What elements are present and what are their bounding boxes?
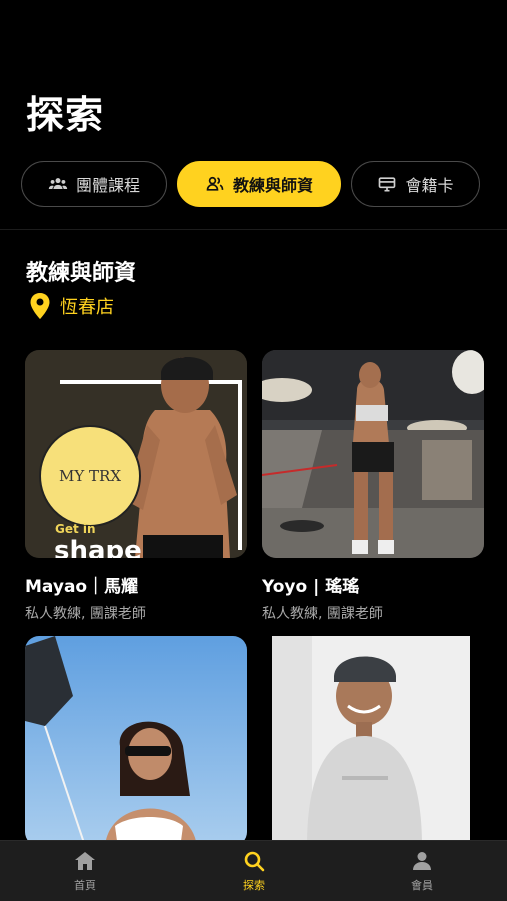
coach-card[interactable]: Yoyo | 瑤瑤 私人教練, 團課老師 [262, 350, 484, 623]
trx-logo-text: MY TRX [58, 467, 121, 485]
nav-label: 首頁 [74, 879, 96, 892]
location-selector[interactable]: 恆春店 [28, 292, 114, 320]
section-title: 教練與師資 [26, 261, 137, 286]
nav-home[interactable]: 首頁 [35, 849, 135, 893]
page-title: 探索 [26, 93, 105, 137]
coach-icon [206, 176, 224, 191]
coach-card[interactable] [25, 636, 247, 846]
coach-photo-image [272, 636, 470, 846]
photo-caption-small: Get in [55, 522, 96, 536]
bottom-navigation: 首頁 探索 會員 [0, 840, 507, 901]
nav-explore[interactable]: 探索 [204, 849, 304, 893]
search-icon [244, 851, 265, 872]
coach-role: 私人教練, 團課老師 [262, 606, 383, 622]
coach-role: 私人教練, 團課老師 [25, 606, 146, 622]
nav-member[interactable]: 會員 [372, 849, 472, 893]
photo-caption-large: shape [54, 536, 142, 558]
coach-photo [262, 350, 484, 558]
category-tabs: 團體課程 教練與師資 會籍卡 [0, 161, 507, 211]
nav-label: 會員 [411, 879, 433, 892]
coach-photo: MY TRX Get in shape [25, 350, 247, 558]
coach-name: Yoyo | 瑤瑤 [262, 577, 360, 597]
coach-photo-image [25, 636, 247, 846]
nav-label: 探索 [243, 879, 265, 892]
location-pin-icon [30, 293, 50, 319]
tab-membership-card[interactable]: 會籍卡 [351, 161, 480, 207]
tab-coaches[interactable]: 教練與師資 [177, 161, 341, 207]
tab-group-classes[interactable]: 團體課程 [21, 161, 167, 207]
coach-card[interactable]: MY TRX Get in shape Mayao｜馬耀 私人教練, 團課老師 [25, 350, 247, 623]
divider [0, 229, 507, 230]
coach-card[interactable] [272, 636, 470, 846]
trx-logo: MY TRX [39, 425, 141, 527]
tab-label: 教練與師資 [232, 176, 313, 195]
home-icon [75, 852, 95, 870]
coach-photo [272, 636, 470, 846]
location-name: 恆春店 [60, 297, 114, 318]
group-icon [48, 178, 68, 189]
person-icon [413, 852, 431, 870]
coach-name: Mayao｜馬耀 [25, 577, 139, 597]
tab-label: 團體課程 [75, 176, 140, 195]
coach-photo-image [262, 350, 484, 558]
coach-photo [25, 636, 247, 846]
tab-label: 會籍卡 [405, 176, 454, 195]
card-icon [379, 177, 396, 192]
